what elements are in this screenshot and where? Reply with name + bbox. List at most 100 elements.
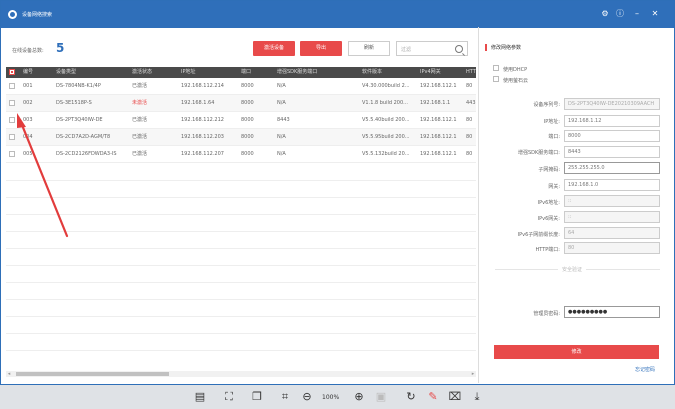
- bottom-toolbar: ▤ ⛶ ❐ ⌗ ⊖ 100% ⊕ ▣ ↻ ✎ ⌧ ⤓: [0, 385, 675, 409]
- cell-ip: 192.168.112.207: [181, 151, 224, 157]
- port-field[interactable]: 8000: [564, 130, 660, 142]
- minimize-icon[interactable]: –: [632, 9, 642, 19]
- table-row[interactable]: 002 DS-3E1518P-S 未激活 192.168.1.64 8000 N…: [6, 95, 476, 112]
- ipv6-gateway-label: IPv6网关:: [537, 216, 560, 222]
- empty-row-line: [6, 265, 476, 266]
- panel-divider: [478, 27, 479, 383]
- forgot-password-link[interactable]: 忘记密码: [635, 366, 655, 373]
- sdk-port-field[interactable]: 8443: [564, 146, 660, 158]
- col-header-ip[interactable]: IP地址: [181, 67, 237, 78]
- cell-http: 80: [466, 151, 473, 157]
- cell-version: V5.5.95build 200...: [362, 134, 410, 140]
- scroll-left-icon[interactable]: ◂: [6, 371, 12, 377]
- select-all-checkbox[interactable]: [9, 69, 15, 75]
- cell-version: V5.5.40build 200...: [362, 117, 410, 123]
- col-header-no[interactable]: 编号: [23, 67, 51, 78]
- empty-row-line: [6, 316, 476, 317]
- empty-row-line: [6, 350, 476, 351]
- crop-icon[interactable]: ⌧: [448, 390, 462, 404]
- scroll-right-icon[interactable]: ▸: [470, 371, 476, 377]
- empty-row-line: [6, 248, 476, 249]
- hik-connect-label: 使用萤石云: [503, 78, 529, 84]
- fit-window-icon[interactable]: ⛶: [222, 390, 236, 404]
- empty-row-line: [6, 231, 476, 232]
- gateway-field[interactable]: 192.168.1.0: [564, 179, 660, 191]
- export-button[interactable]: 导出: [300, 41, 342, 56]
- layout-icon[interactable]: ▤: [193, 390, 207, 404]
- modify-button[interactable]: 修改: [494, 345, 659, 359]
- ip-field[interactable]: 192.168.1.12: [564, 115, 660, 127]
- cell-status: 已激活: [132, 83, 148, 89]
- cell-port: 8000: [241, 134, 254, 140]
- search-icon[interactable]: [455, 45, 463, 53]
- empty-row-line: [6, 333, 476, 334]
- dhcp-checkbox[interactable]: [493, 65, 499, 71]
- cell-http: 80: [466, 134, 473, 140]
- cell-type: DS-7804NB-K1/4P: [56, 83, 101, 89]
- cell-port: 8000: [241, 83, 254, 89]
- filter-input[interactable]: 过滤: [396, 41, 468, 56]
- activate-device-button[interactable]: 激活设备: [253, 41, 295, 56]
- col-header-http[interactable]: HTTP: [466, 67, 476, 78]
- table-row[interactable]: 003 DS-2PT3Q40IW-DE 已激活 192.168.112.212 …: [6, 112, 476, 129]
- cell-version: V1.1.8 build 200...: [362, 100, 408, 106]
- ipv6-prefix-label: IPv6子网前缀长度:: [517, 232, 560, 238]
- cell-type: DS-2CD7A2D-AGM/T8: [56, 134, 111, 140]
- scrollbar-thumb[interactable]: [16, 372, 169, 376]
- cell-ip: 192.168.1.64: [181, 100, 215, 106]
- col-header-version[interactable]: 软件版本: [362, 67, 416, 78]
- hik-connect-checkbox[interactable]: [493, 76, 499, 82]
- col-header-gateway[interactable]: IPv4网关: [420, 67, 462, 78]
- row-checkbox[interactable]: [9, 100, 15, 106]
- table-row[interactable]: 005 DS-2CD2126FDWDA3-IS 已激活 192.168.112.…: [6, 146, 476, 163]
- cell-status: 已激活: [132, 151, 148, 157]
- cell-type: DS-2PT3Q40IW-DE: [56, 117, 103, 123]
- filter-placeholder: 过滤: [401, 47, 412, 53]
- cell-status: 未激活: [132, 100, 148, 106]
- table-row[interactable]: 004 DS-2CD7A2D-AGM/T8 已激活 192.168.112.20…: [6, 129, 476, 146]
- row-checkbox[interactable]: [9, 83, 15, 89]
- admin-password-field[interactable]: ●●●●●●●●●: [564, 306, 660, 318]
- cell-ip: 192.168.112.212: [181, 117, 224, 123]
- empty-row-line: [6, 299, 476, 300]
- close-icon[interactable]: ✕: [650, 9, 660, 19]
- zoom-level: 100%: [322, 394, 340, 401]
- cell-no: 004: [23, 134, 33, 140]
- ip-label: IP地址:: [543, 119, 560, 125]
- row-checkbox[interactable]: [9, 151, 15, 157]
- table-header: 编号 设备类型 激活状态 IP地址 端口 增强SDK服务端口 软件版本 IPv4…: [6, 67, 476, 78]
- zoom-in-icon[interactable]: ⊕: [352, 390, 366, 404]
- info-icon[interactable]: ⓘ: [615, 9, 625, 19]
- window-title: 设备网络搜索: [22, 12, 53, 18]
- col-header-type[interactable]: 设备类型: [56, 67, 128, 78]
- col-header-status[interactable]: 激活状态: [132, 67, 178, 78]
- settings-icon[interactable]: ⚙: [600, 9, 610, 19]
- zoom-out-icon[interactable]: ⊖: [300, 390, 314, 404]
- dhcp-label: 使用DHCP: [503, 67, 528, 73]
- refresh-button[interactable]: 刷新: [348, 41, 390, 56]
- row-checkbox[interactable]: [9, 134, 15, 140]
- cell-gateway: 192.168.112.1: [420, 117, 457, 123]
- rotate-icon[interactable]: ↻: [404, 390, 418, 404]
- cell-sdk-port: N/A: [277, 83, 286, 89]
- horizontal-scrollbar[interactable]: ◂ ▸: [6, 371, 476, 377]
- download-icon[interactable]: ⤓: [470, 390, 484, 404]
- cell-sdk-port: N/A: [277, 134, 286, 140]
- ipv6-address-label: IPv6地址:: [537, 200, 560, 206]
- sdk-port-label: 增强SDK服务端口:: [518, 150, 560, 156]
- col-header-port[interactable]: 端口: [241, 67, 275, 78]
- subnet-mask-field[interactable]: 255.255.255.0: [564, 162, 660, 174]
- serial-label: 设备序列号:: [533, 102, 560, 108]
- copy-icon[interactable]: ❐: [250, 390, 264, 404]
- table-row[interactable]: 001 DS-7804NB-K1/4P 已激活 192.168.112.214 …: [6, 78, 476, 95]
- row-checkbox[interactable]: [9, 117, 15, 123]
- original-size-icon[interactable]: ▣: [374, 390, 388, 404]
- empty-row-line: [6, 197, 476, 198]
- crop-frame-icon[interactable]: ⌗: [278, 390, 292, 404]
- cell-ip: 192.168.112.203: [181, 134, 224, 140]
- cell-sdk-port: 8443: [277, 117, 290, 123]
- online-device-count-label: 在线设备总数:: [12, 48, 44, 54]
- ipv6-prefix-field: 64: [564, 227, 660, 239]
- col-header-sdk-port[interactable]: 增强SDK服务端口: [277, 67, 357, 78]
- edit-icon[interactable]: ✎: [426, 390, 440, 404]
